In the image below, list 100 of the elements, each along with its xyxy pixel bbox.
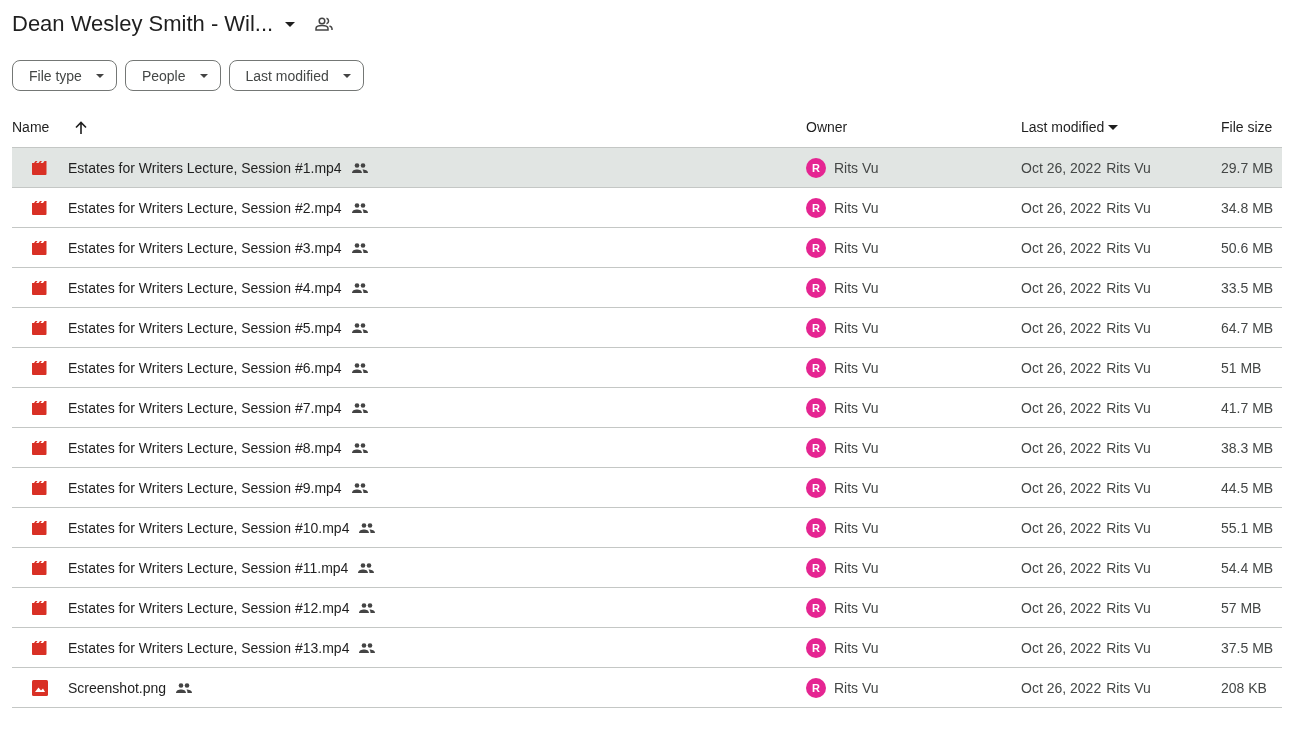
modified-by: Rits Vu	[1106, 559, 1151, 576]
owner-avatar: R	[806, 517, 826, 538]
video-file-icon	[32, 480, 48, 495]
modified-by: Rits Vu	[1106, 319, 1151, 336]
file-size: 37.5 MB	[1221, 639, 1274, 656]
filter-chip[interactable]: People	[124, 60, 221, 91]
modified-by: Rits Vu	[1106, 439, 1151, 456]
file-size: 50.6 MB	[1221, 239, 1274, 256]
file-size: 54.4 MB	[1221, 559, 1274, 576]
owner-avatar: R	[806, 237, 826, 258]
file-row[interactable]: Estates for Writers Lecture, Session #9.mp4 R Rits Vu Oct 26, 2022 Rits Vu 44.5 MB	[12, 468, 1282, 508]
owner-avatar: R	[806, 557, 826, 578]
people-icon	[359, 522, 376, 533]
modified-date: Oct 26, 2022	[1021, 199, 1102, 216]
owner-name: Rits Vu	[834, 359, 879, 376]
caret-icon	[95, 73, 104, 78]
owner-name: Rits Vu	[834, 519, 879, 536]
owner-name: Rits Vu	[834, 639, 879, 656]
column-header[interactable]: Last modified	[1021, 119, 1105, 135]
caret-icon	[285, 21, 296, 27]
file-name: Estates for Writers Lecture, Session #9.mp4	[68, 479, 342, 496]
file-row[interactable]: Estates for Writers Lecture, Session #4.mp4 R Rits Vu Oct 26, 2022 Rits Vu 33.5 MB	[12, 268, 1282, 308]
column-header[interactable]: Owner	[806, 119, 848, 135]
owner-avatar: R	[806, 197, 826, 218]
owner-avatar: R	[806, 317, 826, 338]
people-icon	[351, 482, 368, 493]
folder-title-button[interactable]: Dean Wesley Smith - Wil...	[12, 11, 274, 37]
modified-by: Rits Vu	[1106, 279, 1151, 296]
video-file-icon	[32, 440, 48, 455]
people-icon	[176, 682, 193, 693]
people-icon[interactable]	[315, 17, 334, 31]
people-icon	[351, 362, 368, 373]
caret-icon	[199, 73, 208, 78]
video-file-icon	[32, 520, 48, 535]
file-row[interactable]: Screenshot.png R Rits Vu Oct 26, 2022 Rits Vu 208 KB	[12, 668, 1282, 708]
file-name: Estates for Writers Lecture, Session #2.mp4	[68, 199, 342, 216]
file-name: Estates for Writers Lecture, Session #7.mp4	[68, 399, 342, 416]
people-icon	[351, 282, 368, 293]
people-icon	[359, 642, 376, 653]
file-size: 64.7 MB	[1221, 319, 1274, 336]
owner-avatar: R	[806, 637, 826, 658]
owner-avatar: R	[806, 677, 826, 698]
modified-date: Oct 26, 2022	[1021, 679, 1102, 696]
file-row[interactable]: Estates for Writers Lecture, Session #8.mp4 R Rits Vu Oct 26, 2022 Rits Vu 38.3 MB	[12, 428, 1282, 468]
people-icon	[351, 402, 368, 413]
file-row[interactable]: Estates for Writers Lecture, Session #6.mp4 R Rits Vu Oct 26, 2022 Rits Vu 51 MB	[12, 348, 1282, 388]
people-icon	[351, 242, 368, 253]
file-name: Estates for Writers Lecture, Session #6.mp4	[68, 359, 342, 376]
modified-by: Rits Vu	[1106, 399, 1151, 416]
owner-avatar: R	[806, 477, 826, 498]
owner-avatar: R	[806, 437, 826, 458]
owner-name: Rits Vu	[834, 559, 879, 576]
modified-date: Oct 26, 2022	[1021, 639, 1102, 656]
video-file-icon	[32, 560, 48, 575]
file-row[interactable]: Estates for Writers Lecture, Session #2.mp4 R Rits Vu Oct 26, 2022 Rits Vu 34.8 MB	[12, 188, 1282, 228]
modified-date: Oct 26, 2022	[1021, 599, 1102, 616]
filter-chip[interactable]: File type	[12, 60, 117, 91]
modified-date: Oct 26, 2022	[1021, 399, 1102, 416]
video-file-icon	[32, 160, 48, 175]
file-size: 208 KB	[1221, 679, 1267, 696]
modified-date: Oct 26, 2022	[1021, 479, 1102, 496]
owner-name: Rits Vu	[834, 279, 879, 296]
modified-by: Rits Vu	[1106, 359, 1151, 376]
modified-by: Rits Vu	[1106, 479, 1151, 496]
file-name: Estates for Writers Lecture, Session #1.mp4	[68, 159, 342, 176]
people-icon	[359, 602, 376, 613]
file-size: 57 MB	[1221, 599, 1262, 616]
file-row[interactable]: Estates for Writers Lecture, Session #11.mp4 R Rits Vu Oct 26, 2022 Rits Vu 54.4 MB	[12, 548, 1282, 588]
file-size: 29.7 MB	[1221, 159, 1274, 176]
file-size: 33.5 MB	[1221, 279, 1274, 296]
owner-name: Rits Vu	[834, 399, 879, 416]
file-name: Estates for Writers Lecture, Session #10.mp4	[68, 519, 350, 536]
arrow-up-icon[interactable]	[75, 120, 88, 134]
owner-name: Rits Vu	[834, 479, 879, 496]
owner-name: Rits Vu	[834, 319, 879, 336]
video-file-icon	[32, 600, 48, 615]
people-icon	[351, 322, 368, 333]
file-row[interactable]: Estates for Writers Lecture, Session #13.mp4 R Rits Vu Oct 26, 2022 Rits Vu 37.5 MB	[12, 628, 1282, 668]
file-size: 38.3 MB	[1221, 439, 1274, 456]
modified-date: Oct 26, 2022	[1021, 439, 1102, 456]
file-row[interactable]: Estates for Writers Lecture, Session #1.mp4 R Rits Vu Oct 26, 2022 Rits Vu 29.7 MB	[12, 148, 1282, 188]
caret-icon[interactable]	[1108, 124, 1119, 130]
file-row[interactable]: Estates for Writers Lecture, Session #12.mp4 R Rits Vu Oct 26, 2022 Rits Vu 57 MB	[12, 588, 1282, 628]
file-row[interactable]: Estates for Writers Lecture, Session #3.mp4 R Rits Vu Oct 26, 2022 Rits Vu 50.6 MB	[12, 228, 1282, 268]
modified-by: Rits Vu	[1106, 239, 1151, 256]
modified-by: Rits Vu	[1106, 519, 1151, 536]
modified-by: Rits Vu	[1106, 599, 1151, 616]
filter-chip[interactable]: Last modified	[228, 60, 364, 91]
file-row[interactable]: Estates for Writers Lecture, Session #10.mp4 R Rits Vu Oct 26, 2022 Rits Vu 55.1 MB	[12, 508, 1282, 548]
modified-by: Rits Vu	[1106, 639, 1151, 656]
owner-avatar: R	[806, 277, 826, 298]
file-name: Estates for Writers Lecture, Session #13.mp4	[68, 639, 350, 656]
column-header[interactable]: Name	[12, 119, 50, 135]
video-file-icon	[32, 360, 48, 375]
caret-icon	[342, 73, 351, 78]
file-row[interactable]: Estates for Writers Lecture, Session #5.mp4 R Rits Vu Oct 26, 2022 Rits Vu 64.7 MB	[12, 308, 1282, 348]
file-row[interactable]: Estates for Writers Lecture, Session #7.mp4 R Rits Vu Oct 26, 2022 Rits Vu 41.7 MB	[12, 388, 1282, 428]
column-header[interactable]: File size	[1221, 119, 1273, 135]
owner-name: Rits Vu	[834, 439, 879, 456]
modified-by: Rits Vu	[1106, 159, 1151, 176]
